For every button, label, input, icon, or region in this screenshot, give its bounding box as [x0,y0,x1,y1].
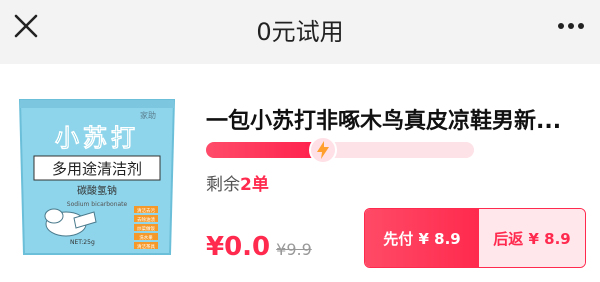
more-icon[interactable] [556,14,586,38]
top-nav-bar: 0元试用 [0,0,600,54]
feature-tag: 清洁去污 [137,207,155,214]
package-name: 小苏打 [55,124,139,152]
price-row: ¥0.0 ¥9.9 [206,232,312,262]
feature-tag: 炒菜做饭 [137,225,155,232]
remaining-label: 剩余 [206,175,240,195]
package-chem-en: Sodium bicarbonate [67,201,128,208]
feature-tags: 清洁去污 去除油渍 炒菜做饭 洗水果 清洁茶具 [134,206,158,250]
product-title[interactable]: 一包小苏打非啄木鸟真皮凉鞋男新... [206,103,586,135]
pay-first-button[interactable]: 先付 ¥ 8.9 [365,209,479,267]
package-subtitle: 多用途清洁剂 [52,160,142,178]
claim-progress-fill [206,142,321,158]
lightning-icon [309,136,337,164]
feature-tag: 去除油渍 [137,216,155,223]
purchase-button-group[interactable]: 先付 ¥ 8.9 后返 ¥ 8.9 [364,208,586,268]
product-card[interactable]: 家助 小苏打 多用途清洁剂 碳酸氢钠 Sodium bicarbonate NE… [0,64,600,282]
current-price: ¥0.0 [206,232,271,262]
remaining-stock: 剩余2单 [206,170,269,195]
page-title: 0元试用 [256,18,344,46]
package-net-weight: NET:25g [70,239,95,246]
package-brand: 家助 [140,110,156,120]
claim-progress-bar [206,142,474,158]
remaining-count: 2单 [240,175,269,195]
product-image[interactable]: 家助 小苏打 多用途清洁剂 碳酸氢钠 Sodium bicarbonate NE… [14,94,180,262]
package-chem-name: 碳酸氢钠 [77,184,117,197]
original-price: ¥9.9 [276,240,312,259]
refund-later-button[interactable]: 后返 ¥ 8.9 [479,209,585,267]
feature-tag: 洗水果 [139,234,153,241]
feature-tag: 清洁茶具 [137,243,155,250]
